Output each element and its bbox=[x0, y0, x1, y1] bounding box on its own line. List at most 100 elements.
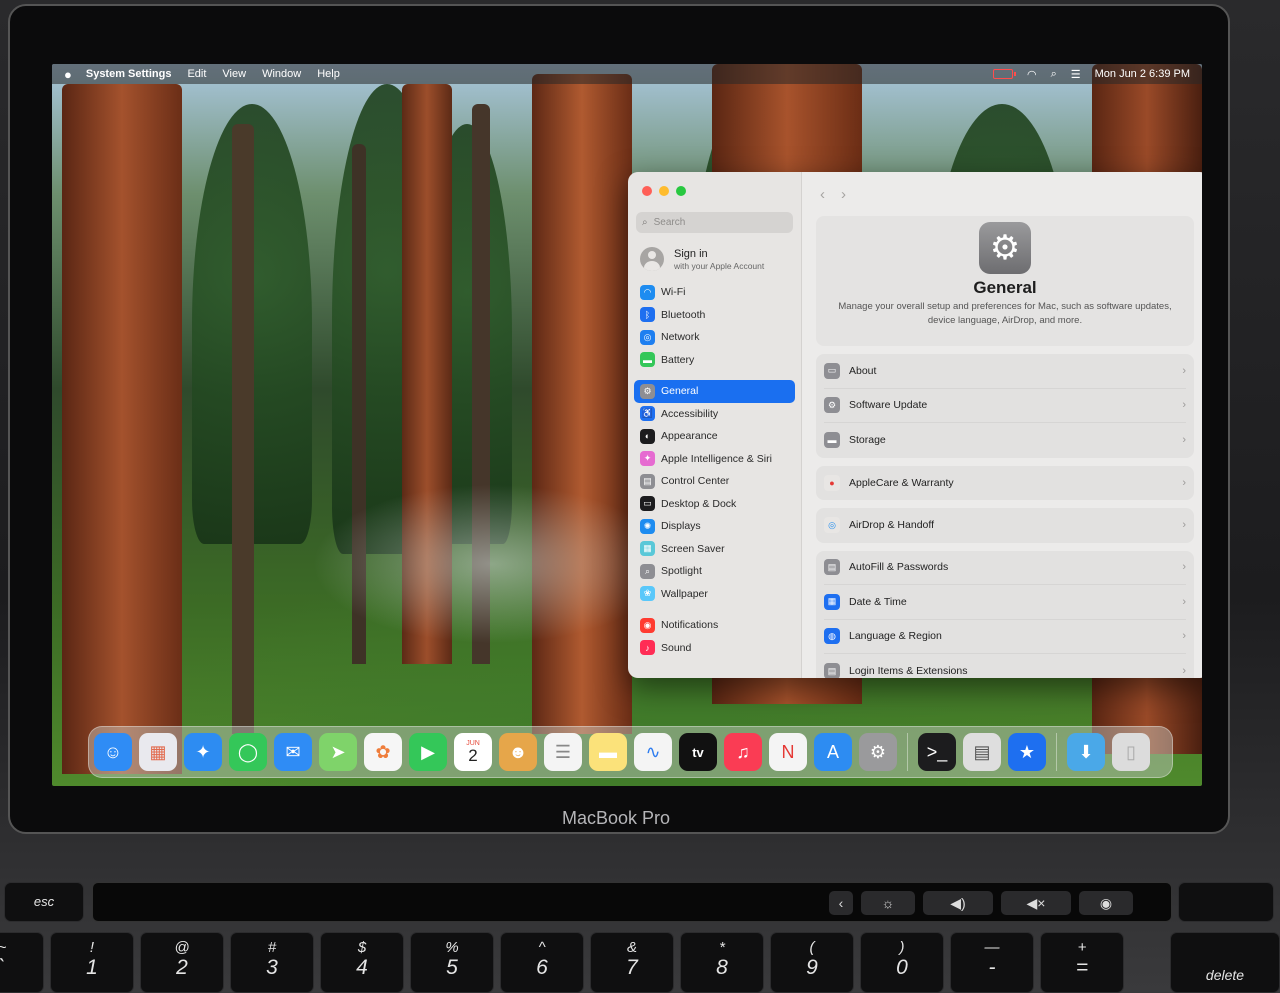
key-2[interactable]: @2 bbox=[140, 932, 224, 993]
sidebar-item-label: Spotlight bbox=[661, 565, 702, 578]
sidebar-item-control-center[interactable]: ▤ Control Center bbox=[634, 470, 795, 493]
touchbar-collapse-icon[interactable]: ‹ bbox=[829, 891, 853, 915]
sidebar-item-battery[interactable]: ▬ Battery bbox=[634, 349, 795, 372]
wifi-status-icon[interactable]: ◠ bbox=[1027, 68, 1037, 81]
launchpad-icon[interactable]: ▦ bbox=[139, 733, 177, 771]
key-9[interactable]: (9 bbox=[770, 932, 854, 993]
sidebar-item-apple-intelligence-siri[interactable]: ✦ Apple Intelligence & Siri bbox=[634, 448, 795, 471]
key-minus[interactable]: — - bbox=[950, 932, 1034, 993]
settings-row-about[interactable]: ▭ About › bbox=[824, 354, 1186, 389]
siri-icon[interactable]: ◉ bbox=[1079, 891, 1133, 915]
sidebar-item-wallpaper[interactable]: ❀ Wallpaper bbox=[634, 583, 795, 606]
volume-icon[interactable]: ◀) bbox=[923, 891, 993, 915]
apple-menu-icon[interactable]: ● bbox=[64, 67, 72, 82]
sign-in-item[interactable]: Sign in with your Apple Account bbox=[634, 243, 795, 281]
sidebar-item-appearance[interactable]: ◐ Appearance bbox=[634, 425, 795, 448]
system-settings-icon[interactable]: ⚙ bbox=[859, 733, 897, 771]
freeform-icon[interactable]: ∿ bbox=[634, 733, 672, 771]
menu-edit[interactable]: Edit bbox=[187, 68, 206, 80]
safari-icon[interactable]: ✦ bbox=[184, 733, 222, 771]
close-button[interactable] bbox=[642, 186, 652, 196]
key-1[interactable]: ! 1 bbox=[50, 932, 134, 993]
key-6[interactable]: ^ 6 bbox=[500, 932, 584, 993]
trash-icon[interactable]: ▯ bbox=[1112, 733, 1150, 771]
zoom-button[interactable] bbox=[676, 186, 686, 196]
key-0[interactable]: ) 0 bbox=[860, 932, 944, 993]
app-icon[interactable]: ★ bbox=[1008, 733, 1046, 771]
menu-clock[interactable]: Mon Jun 2 6:39 PM bbox=[1095, 68, 1190, 80]
sidebar-item-spotlight[interactable]: ⌕ Spotlight bbox=[634, 560, 795, 583]
settings-row-login-items-extensions[interactable]: ▤ Login Items & Extensions › bbox=[824, 654, 1186, 678]
printer-icon[interactable]: ▤ bbox=[963, 733, 1001, 771]
sidebar-item-label: Wallpaper bbox=[661, 587, 708, 600]
key-equals[interactable]: + = bbox=[1040, 932, 1124, 993]
finder-icon[interactable]: ☺ bbox=[94, 733, 132, 771]
key-3[interactable]: #3 bbox=[230, 932, 314, 993]
menu-help[interactable]: Help bbox=[317, 68, 340, 80]
calendar-icon[interactable]: JUN 2 bbox=[454, 733, 492, 771]
sidebar-item-sound[interactable]: ♪ Sound bbox=[634, 637, 795, 660]
sidebar-item-displays[interactable]: ✺ Displays bbox=[634, 515, 795, 538]
apple-tv-icon[interactable]: tv bbox=[679, 733, 717, 771]
menu-app-name[interactable]: System Settings bbox=[86, 68, 172, 80]
mail-icon[interactable]: ✉ bbox=[274, 733, 312, 771]
maps-icon[interactable]: ➤ bbox=[319, 733, 357, 771]
sidebar-item-desktop-dock[interactable]: ▭ Desktop & Dock bbox=[634, 493, 795, 516]
chevron-right-icon: › bbox=[1182, 364, 1186, 377]
notifications-icon: ◉ bbox=[640, 617, 655, 633]
menu-window[interactable]: Window bbox=[262, 68, 301, 80]
sidebar-search-field[interactable]: ⌕ Search bbox=[636, 212, 793, 233]
downloads-icon[interactable]: ⬇ bbox=[1067, 733, 1105, 771]
sidebar-item-network[interactable]: ◎ Network bbox=[634, 326, 795, 349]
notes-icon[interactable]: ▬ bbox=[589, 733, 627, 771]
key-4[interactable]: $4 bbox=[320, 932, 404, 993]
sidebar-item-wi-fi[interactable]: ◠ Wi-Fi bbox=[634, 281, 795, 304]
sidebar-item-general[interactable]: ⚙ General bbox=[634, 380, 795, 403]
music-icon[interactable]: ♫ bbox=[724, 733, 762, 771]
forward-arrow-icon[interactable]: › bbox=[841, 186, 846, 203]
reminders-icon[interactable]: ☰ bbox=[544, 733, 582, 771]
key-5[interactable]: % 5 bbox=[410, 932, 494, 993]
settings-row-autofill-passwords[interactable]: ▤ AutoFill & Passwords › bbox=[824, 551, 1186, 585]
settings-row-storage[interactable]: ▬ Storage › bbox=[824, 423, 1186, 458]
key-8[interactable]: * 8 bbox=[680, 932, 764, 993]
photos-icon[interactable]: ✿ bbox=[364, 733, 402, 771]
power-key[interactable] bbox=[1178, 882, 1274, 922]
menu-view[interactable]: View bbox=[222, 68, 246, 80]
sidebar-item-accessibility[interactable]: ♿ Accessibility bbox=[634, 403, 795, 426]
delete-key[interactable]: delete bbox=[1170, 932, 1280, 993]
battery-status-icon[interactable] bbox=[992, 69, 1016, 79]
settings-row-label: About bbox=[849, 364, 877, 377]
settings-row-airdrop-handoff[interactable]: ◎ AirDrop & Handoff › bbox=[824, 508, 1186, 543]
key-label: 9 bbox=[806, 956, 818, 979]
brightness-icon[interactable]: ☼ bbox=[861, 891, 915, 915]
settings-row-language-region[interactable]: ◍ Language & Region › bbox=[824, 620, 1186, 654]
sidebar-item-notifications[interactable]: ◉ Notifications bbox=[634, 614, 795, 637]
news-icon[interactable]: N bbox=[769, 733, 807, 771]
settings-row-applecare-warranty[interactable]: ● AppleCare & Warranty › bbox=[824, 466, 1186, 501]
sidebar-item-label: Displays bbox=[661, 520, 701, 533]
settings-row-software-update[interactable]: ⚙ Software Update › bbox=[824, 389, 1186, 423]
sidebar-item-screen-saver[interactable]: ▦ Screen Saver bbox=[634, 538, 795, 561]
messages-icon[interactable]: ◯ bbox=[229, 733, 267, 771]
key-backtick[interactable]: ~` bbox=[0, 932, 44, 993]
contacts-icon[interactable]: ☻ bbox=[499, 733, 537, 771]
mute-icon[interactable]: ◀× bbox=[1001, 891, 1071, 915]
menu-bar: ● System Settings Edit View Window Help … bbox=[52, 64, 1202, 84]
sidebar-item-bluetooth[interactable]: ᛒ Bluetooth bbox=[634, 304, 795, 327]
minimize-button[interactable] bbox=[659, 186, 669, 196]
back-arrow-icon[interactable]: ‹ bbox=[820, 186, 825, 203]
app-store-icon[interactable]: A bbox=[814, 733, 852, 771]
key-7[interactable]: & 7 bbox=[590, 932, 674, 993]
sidebar-item-label: Appearance bbox=[661, 430, 718, 443]
esc-key[interactable]: esc bbox=[4, 882, 84, 922]
settings-row-label: Software Update bbox=[849, 399, 928, 412]
dock-separator bbox=[907, 733, 908, 771]
key-shift-label: & bbox=[626, 939, 637, 956]
facetime-icon[interactable]: ▶ bbox=[409, 733, 447, 771]
terminal-icon[interactable]: >_ bbox=[918, 733, 956, 771]
chevron-right-icon: › bbox=[1182, 434, 1186, 447]
settings-row-date-time[interactable]: ▦ Date & Time › bbox=[824, 585, 1186, 620]
spotlight-search-icon[interactable]: ⌕ bbox=[1051, 68, 1057, 81]
control-center-icon[interactable]: ☰ bbox=[1071, 68, 1081, 81]
